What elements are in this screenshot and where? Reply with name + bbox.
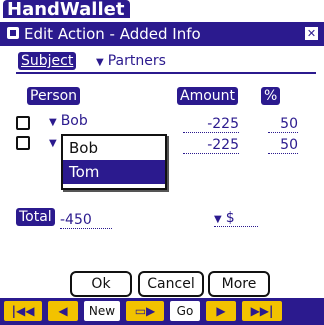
popup-option-bob[interactable]: Bob bbox=[63, 136, 165, 160]
row1-person-trigger[interactable]: ▼ Bob bbox=[49, 113, 88, 129]
total-amount: -450 bbox=[60, 212, 112, 229]
ok-button[interactable]: Ok bbox=[70, 271, 132, 297]
more-button[interactable]: More bbox=[208, 271, 270, 297]
previous-record-icon[interactable]: ◀ bbox=[48, 301, 78, 321]
row2-percent[interactable]: 50 bbox=[268, 137, 298, 154]
row1-percent[interactable]: 50 bbox=[268, 116, 298, 133]
new-button[interactable]: New bbox=[84, 301, 120, 321]
first-record-icon[interactable]: |◀◀ bbox=[4, 301, 42, 321]
subject-trigger[interactable]: ▼ Partners bbox=[96, 53, 166, 69]
next-record-icon[interactable]: ▶ bbox=[206, 301, 236, 321]
close-icon[interactable]: ✕ bbox=[305, 27, 318, 40]
percent-column-header: % bbox=[261, 87, 281, 105]
total-label: Total bbox=[16, 208, 55, 226]
subject-label: Subject bbox=[18, 52, 77, 70]
dialog-title-bar: Edit Action - Added Info ✕ bbox=[0, 22, 324, 46]
currency-trigger[interactable]: ▼ $ bbox=[214, 210, 258, 227]
chevron-down-icon: ▼ bbox=[49, 138, 57, 149]
person-column-header: Person bbox=[27, 87, 81, 105]
row2-amount[interactable]: -225 bbox=[183, 137, 239, 154]
go-button[interactable]: Go bbox=[170, 301, 200, 321]
dialog-title: Edit Action - Added Info bbox=[24, 25, 201, 43]
subject-value: Partners bbox=[107, 53, 166, 69]
form-icon bbox=[7, 27, 19, 39]
last-record-icon[interactable]: ▶▶| bbox=[242, 301, 282, 321]
row1-person: Bob bbox=[60, 113, 88, 129]
row2-checkbox[interactable] bbox=[16, 136, 30, 150]
goto-pen-icon[interactable]: ▭▶ bbox=[126, 301, 164, 321]
currency-value: $ bbox=[225, 210, 235, 226]
person-popup-list: Bob Tom bbox=[61, 134, 167, 190]
amount-column-header: Amount bbox=[177, 87, 239, 105]
row2-person-trigger[interactable]: ▼ bbox=[49, 134, 61, 150]
cancel-button[interactable]: Cancel bbox=[138, 271, 204, 297]
row1-amount[interactable]: -225 bbox=[183, 116, 239, 133]
chevron-down-icon: ▼ bbox=[96, 57, 104, 68]
bottom-nav-bar: |◀◀ ◀ New ▭▶ Go ▶ ▶▶| bbox=[0, 298, 324, 325]
row1-checkbox[interactable] bbox=[16, 116, 30, 130]
popup-option-tom[interactable]: Tom bbox=[63, 160, 165, 184]
chevron-down-icon: ▼ bbox=[214, 214, 222, 225]
app-title: HandWallet bbox=[3, 0, 131, 20]
chevron-down-icon: ▼ bbox=[49, 117, 57, 128]
